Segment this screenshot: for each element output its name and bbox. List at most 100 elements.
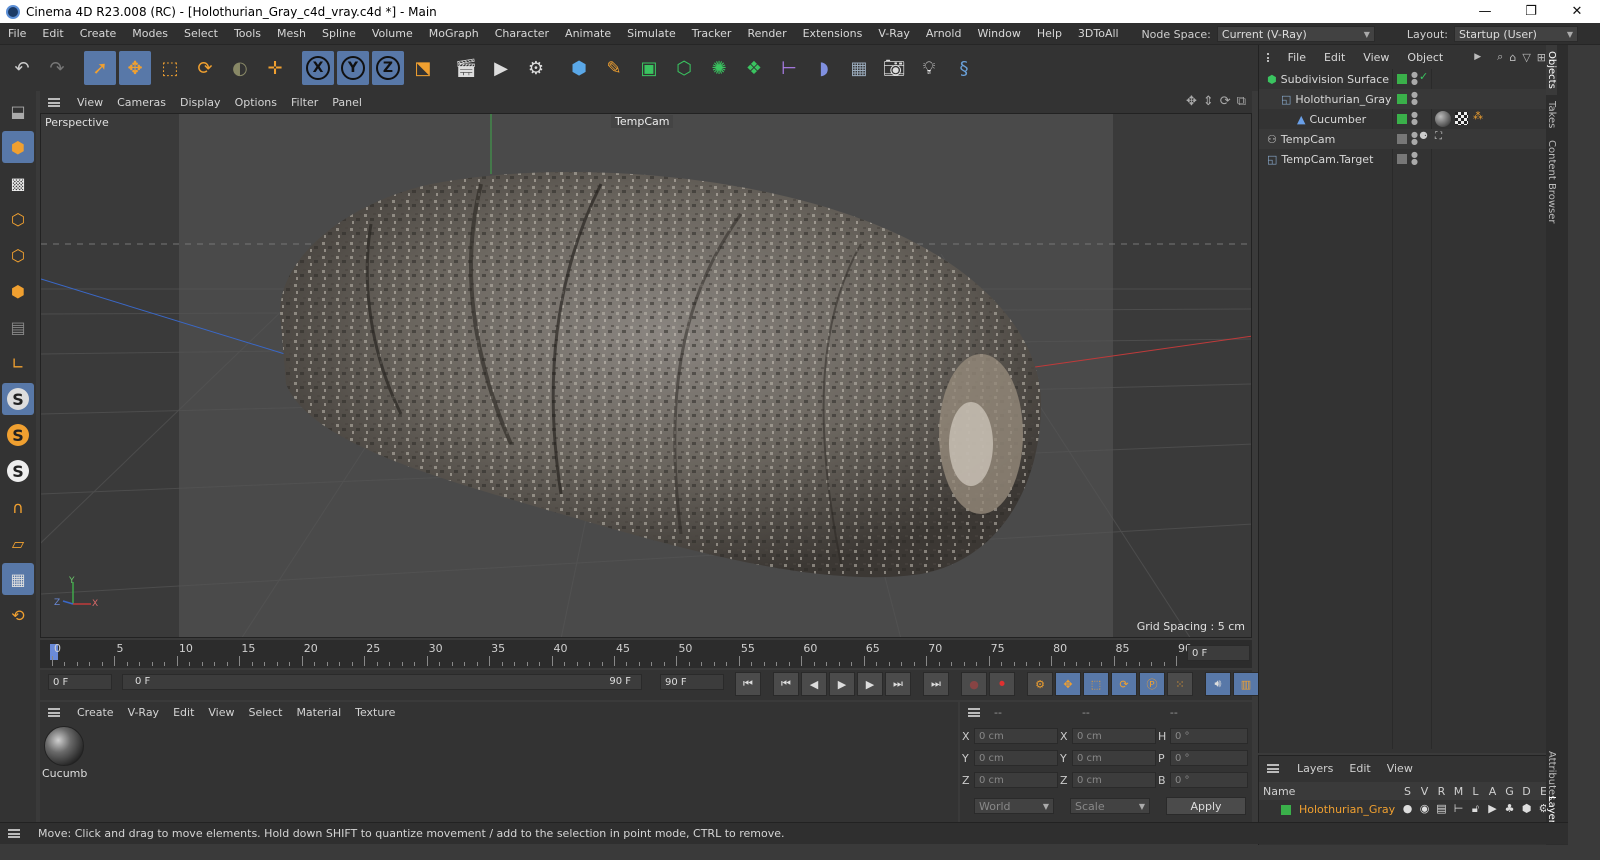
end-frame-field[interactable]: 90 F: [660, 674, 724, 690]
render-clapper-icon[interactable]: ▤: [1433, 802, 1450, 816]
object-row[interactable]: ⚇ TempCam ● ● ⚈ ⛶: [1259, 129, 1546, 149]
layers-menu-layers[interactable]: Layers: [1289, 762, 1341, 775]
tab-takes[interactable]: Takes: [1546, 95, 1557, 134]
texture-mode-button[interactable]: ▩: [2, 167, 34, 199]
coord-size-z-field[interactable]: 0 cm: [1072, 772, 1156, 788]
material-menu-texture[interactable]: Texture: [348, 706, 402, 719]
menu-help[interactable]: Help: [1029, 27, 1070, 40]
menu-tools[interactable]: Tools: [226, 27, 269, 40]
enabled-check-icon[interactable]: ✓: [1419, 70, 1428, 83]
field-button[interactable]: ◗: [808, 51, 840, 85]
layers-menu-view[interactable]: View: [1379, 762, 1421, 775]
coord-size-y-field[interactable]: 0 cm: [1072, 750, 1156, 766]
object-menu-object[interactable]: Object: [1398, 51, 1452, 64]
cube-button[interactable]: ⬢: [563, 51, 595, 85]
node-space-dropdown[interactable]: Current (V-Ray) ▼: [1216, 26, 1375, 42]
new-panel-icon[interactable]: ⊞: [1537, 51, 1546, 64]
snap-workplane-button[interactable]: S: [2, 455, 34, 487]
key-pla-button[interactable]: ⁙: [1167, 672, 1193, 696]
menu-select[interactable]: Select: [176, 27, 226, 40]
menu-window[interactable]: Window: [969, 27, 1028, 40]
viewport-menu-cameras[interactable]: Cameras: [110, 96, 173, 109]
viewport-menu-display[interactable]: Display: [173, 96, 228, 109]
hamburger-icon[interactable]: [8, 829, 20, 838]
viewport-menu-options[interactable]: Options: [228, 96, 284, 109]
animation-play-icon[interactable]: ▶: [1484, 802, 1501, 816]
tab-content-browser[interactable]: Content Browser: [1546, 134, 1557, 229]
material-menu-create[interactable]: Create: [70, 706, 121, 719]
visibility-dots-icon[interactable]: ● ●: [1411, 91, 1418, 106]
locked-workplane-button[interactable]: ▦: [2, 563, 34, 595]
menu-modes[interactable]: Modes: [124, 27, 176, 40]
search-icon[interactable]: ⌕: [1497, 50, 1503, 64]
redo-button[interactable]: ↷: [41, 51, 73, 85]
menu-character[interactable]: Character: [487, 27, 557, 40]
object-menu-view[interactable]: View: [1354, 51, 1398, 64]
menu-tracker[interactable]: Tracker: [684, 27, 740, 40]
lock-icon[interactable]: 🔓︎: [1467, 802, 1484, 816]
render-settings-button[interactable]: ⚙: [520, 51, 552, 85]
coord-mode-dropdown[interactable]: World ▼: [974, 798, 1054, 814]
coord-rot-p-field[interactable]: 0 °: [1170, 750, 1248, 766]
current-frame-field[interactable]: 0 F: [1187, 645, 1250, 661]
key-parameter-button[interactable]: Ⓟ: [1139, 672, 1165, 696]
material-menu-view[interactable]: View: [201, 706, 241, 719]
dolly-view-icon[interactable]: ⇕: [1203, 94, 1214, 109]
menu-render[interactable]: Render: [739, 27, 794, 40]
menu-simulate[interactable]: Simulate: [619, 27, 684, 40]
pen-button[interactable]: ✎: [598, 51, 630, 85]
previous-frame-button[interactable]: ◀: [801, 672, 827, 696]
vray-tag-icon[interactable]: ⁂: [1473, 111, 1483, 122]
object-menu-edit[interactable]: Edit: [1315, 51, 1354, 64]
close-button[interactable]: ✕: [1554, 0, 1600, 23]
start-frame-field[interactable]: 0 F: [48, 674, 112, 690]
hamburger-icon[interactable]: [968, 707, 980, 717]
material-menu-material[interactable]: Material: [289, 706, 348, 719]
tab-objects[interactable]: Objects: [1546, 45, 1557, 95]
menu-volume[interactable]: Volume: [364, 27, 421, 40]
timeline-button[interactable]: ▥: [1233, 672, 1259, 696]
uv-mode-button[interactable]: ▤: [2, 311, 34, 343]
key-position-button[interactable]: ✥: [1055, 672, 1081, 696]
edge-mode-button[interactable]: ⬡: [2, 239, 34, 271]
render-picture-viewer-button[interactable]: ▶: [485, 51, 517, 85]
timeline-ruler[interactable]: 0 5 10 15 20 25 30 35 40 45 50 55 60 65 70 75 80 85 90 0 F: [40, 640, 1252, 668]
layer-swatch[interactable]: [1397, 134, 1407, 144]
rotate-view-icon[interactable]: ⟳: [1220, 94, 1231, 109]
workplane-button[interactable]: ▱: [2, 527, 34, 559]
live-selection-button[interactable]: ➚: [84, 51, 116, 85]
model-mode-button[interactable]: ⬢: [2, 131, 34, 163]
menu-arnold[interactable]: Arnold: [918, 27, 970, 40]
go-to-end-button[interactable]: ⏭: [923, 672, 949, 696]
menu-more-icon[interactable]: ▶: [1474, 52, 1481, 62]
coord-rot-h-field[interactable]: 0 °: [1170, 728, 1248, 744]
polygon-mode-button[interactable]: ⬢: [2, 275, 34, 307]
menu-animate[interactable]: Animate: [557, 27, 619, 40]
menu-mesh[interactable]: Mesh: [269, 27, 314, 40]
play-button[interactable]: ▶: [829, 672, 855, 696]
hamburger-icon[interactable]: [48, 707, 60, 717]
menu-spline[interactable]: Spline: [314, 27, 364, 40]
key-scale-button[interactable]: ⬚: [1083, 672, 1109, 696]
snap-button[interactable]: S: [2, 383, 34, 415]
visibility-dots-icon[interactable]: ● ●: [1411, 131, 1418, 146]
apply-button[interactable]: Apply: [1166, 797, 1246, 815]
maximize-button[interactable]: ❐: [1508, 0, 1554, 23]
render-view-button[interactable]: 🎬︎: [450, 51, 482, 85]
coordinate-system-button[interactable]: ⬔: [407, 51, 439, 85]
extrude-button[interactable]: ⬡: [668, 51, 700, 85]
sound-button[interactable]: 🔊︎: [1205, 672, 1231, 696]
menu-create[interactable]: Create: [72, 27, 125, 40]
object-row[interactable]: ◱ TempCam.Target ● ●: [1259, 149, 1546, 169]
undo-button[interactable]: ↶: [6, 51, 38, 85]
deformer-button[interactable]: ⊢: [773, 51, 805, 85]
python-button[interactable]: §: [948, 51, 980, 85]
move-tool-button[interactable]: ✥: [119, 51, 151, 85]
home-icon[interactable]: ⌂: [1509, 51, 1516, 64]
layer-swatch[interactable]: [1397, 74, 1407, 84]
key-rotation-button[interactable]: ⟳: [1111, 672, 1137, 696]
pan-view-icon[interactable]: ✥: [1186, 94, 1197, 109]
target-tag-icon[interactable]: ⛶: [1435, 131, 1442, 142]
layer-swatch[interactable]: [1397, 114, 1407, 124]
x-axis-lock-button[interactable]: X: [302, 51, 334, 85]
